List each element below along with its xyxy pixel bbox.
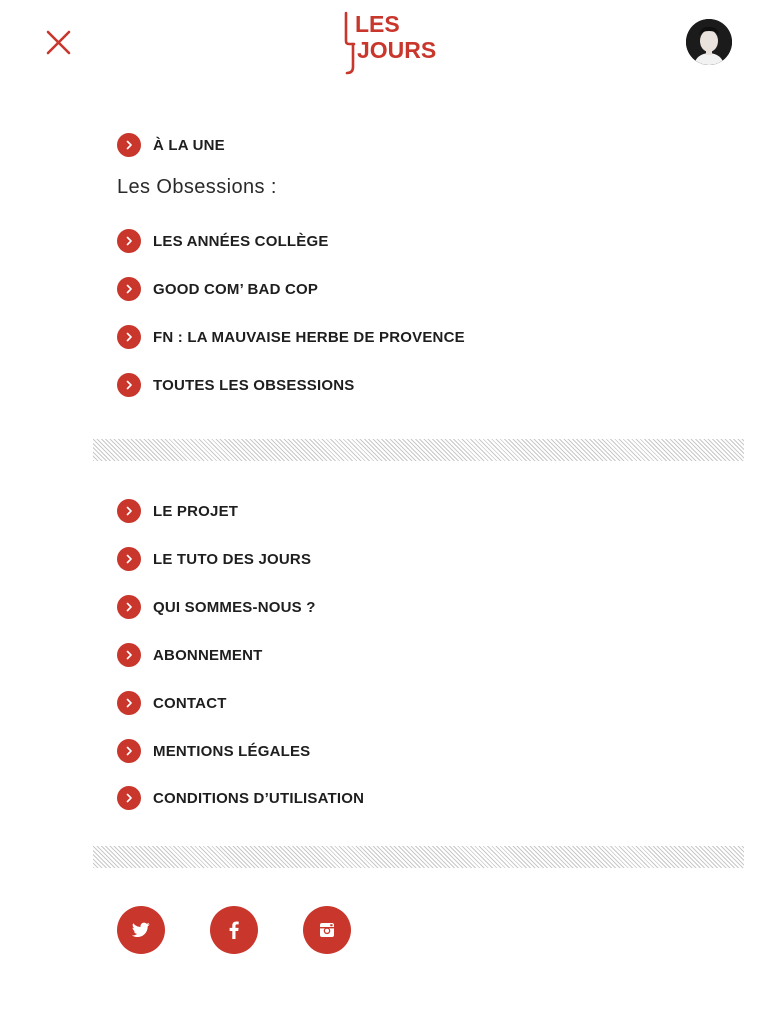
- logo-line2: JOURS: [357, 37, 437, 63]
- menu-item-tuto[interactable]: LE TUTO DES JOURS: [117, 546, 311, 572]
- site-logo[interactable]: LES JOURS: [343, 11, 436, 77]
- menu-item-good-com-bad-cop[interactable]: GOOD COM’ BAD COP: [117, 276, 318, 302]
- facebook-button[interactable]: [210, 906, 258, 954]
- user-photo: [686, 19, 732, 65]
- menu-item-contact[interactable]: CONTACT: [117, 690, 227, 716]
- facebook-icon: [229, 921, 239, 939]
- menu-item-le-projet[interactable]: LE PROJET: [117, 498, 238, 524]
- menu-item-qui-sommes-nous[interactable]: QUI SOMMES-NOUS ?: [117, 594, 316, 620]
- chevron-right-icon: [117, 277, 141, 301]
- menu-item-label: GOOD COM’ BAD COP: [153, 280, 319, 298]
- menu-item-toutes-les-obsessions[interactable]: TOUTES LES OBSESSIONS: [117, 372, 354, 398]
- chevron-right-icon: [117, 373, 141, 397]
- menu-item-label: MENTIONS LÉGALES: [153, 742, 311, 760]
- chevron-right-icon: [117, 499, 141, 523]
- twitter-button[interactable]: [117, 906, 165, 954]
- instagram-icon: [320, 923, 334, 937]
- close-menu-button[interactable]: [44, 28, 74, 58]
- section-divider: [93, 846, 744, 868]
- menu-item-label: TOUTES LES OBSESSIONS: [153, 376, 355, 394]
- twitter-icon: [132, 922, 150, 938]
- close-icon: [46, 30, 71, 55]
- chevron-right-icon: [117, 786, 141, 810]
- obsessions-heading: Les Obsessions :: [117, 176, 277, 198]
- menu-item-label: CONTACT: [153, 694, 227, 712]
- menu-item-label: QUI SOMMES-NOUS ?: [153, 598, 316, 616]
- menu-item-a-la-une[interactable]: À LA UNE: [117, 132, 225, 158]
- menu-item-annees-college[interactable]: LES ANNÉES COLLÈGE: [117, 228, 329, 254]
- user-avatar[interactable]: [686, 19, 732, 65]
- chevron-right-icon: [117, 547, 141, 571]
- chevron-right-icon: [117, 643, 141, 667]
- menu-item-mentions-legales[interactable]: MENTIONS LÉGALES: [117, 738, 310, 764]
- menu-item-abonnement[interactable]: ABONNEMENT: [117, 642, 263, 668]
- menu-item-label: LE PROJET: [153, 502, 239, 520]
- chevron-right-icon: [117, 325, 141, 349]
- menu-item-label: FN : LA MAUVAISE HERBE DE PROVENCE: [153, 328, 465, 346]
- menu-item-label: LE TUTO DES JOURS: [153, 550, 312, 568]
- menu-item-fn-mauvaise-herbe[interactable]: FN : LA MAUVAISE HERBE DE PROVENCE: [117, 324, 465, 350]
- chevron-right-icon: [117, 595, 141, 619]
- menu-item-label: À LA UNE: [153, 136, 225, 154]
- menu-item-label: ABONNEMENT: [153, 646, 263, 664]
- menu-item-label: LES ANNÉES COLLÈGE: [153, 232, 329, 250]
- chevron-right-icon: [117, 691, 141, 715]
- menu-item-label: CONDITIONS D’UTILISATION: [153, 789, 365, 807]
- menu-item-conditions[interactable]: CONDITIONS D’UTILISATION: [117, 785, 364, 811]
- section-divider: [93, 439, 744, 461]
- logo-line1: LES: [355, 11, 400, 37]
- instagram-button[interactable]: [303, 906, 351, 954]
- chevron-right-icon: [117, 133, 141, 157]
- logo-text: LES JOURS: [343, 11, 436, 77]
- chevron-right-icon: [117, 229, 141, 253]
- chevron-right-icon: [117, 739, 141, 763]
